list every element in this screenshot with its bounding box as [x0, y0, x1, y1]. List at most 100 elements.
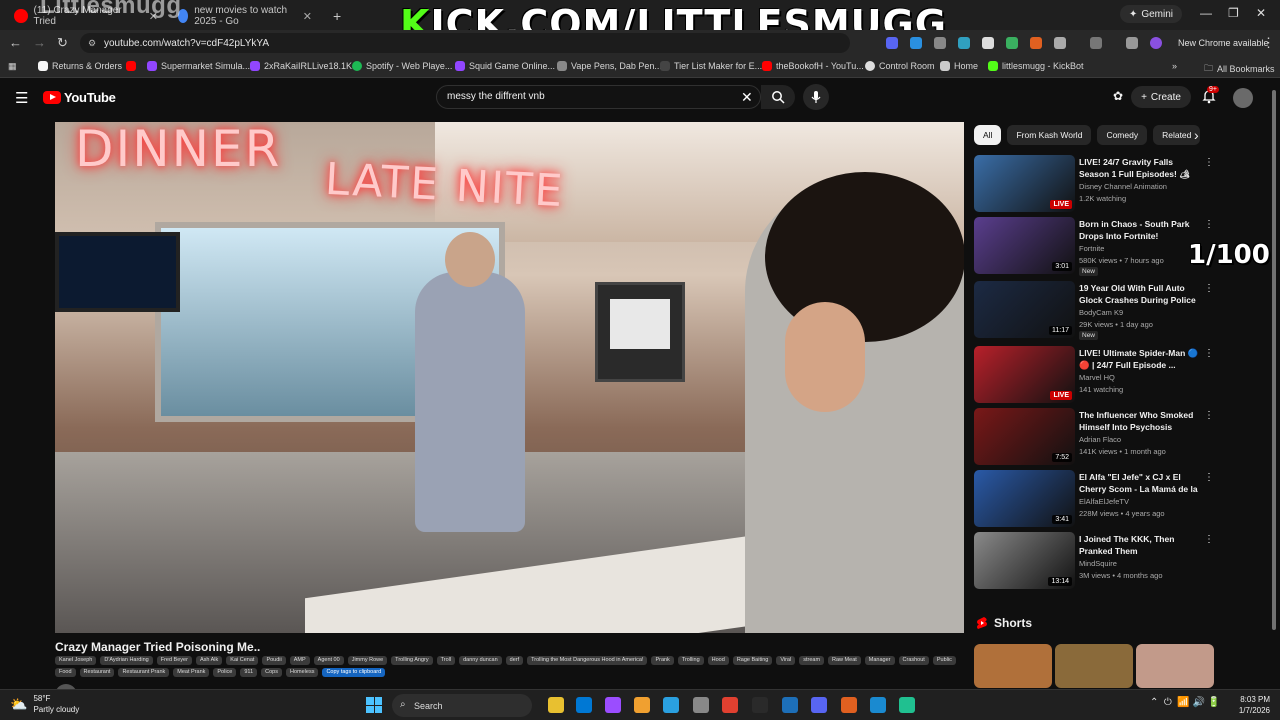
related-video-channel[interactable]: Marvel HQ	[1079, 373, 1115, 382]
related-video-channel[interactable]: Adrian Flaco	[1079, 435, 1121, 444]
video-thumbnail[interactable]: 7:52	[974, 408, 1075, 465]
short-thumbnail[interactable]	[1055, 644, 1133, 688]
search-button[interactable]	[761, 85, 795, 109]
bookmark-item[interactable]: Home	[940, 61, 978, 71]
taskbar-app-icon[interactable]	[722, 697, 738, 713]
video-tag[interactable]: Manager	[864, 656, 895, 665]
chevron-right-icon[interactable]: »	[1172, 61, 1177, 71]
reload-icon[interactable]: ↻	[57, 35, 68, 51]
video-tag[interactable]: derf	[505, 656, 524, 665]
minimize-icon[interactable]: —	[1200, 6, 1212, 20]
extension-icon[interactable]	[886, 37, 898, 49]
bookmark-item[interactable]: 2xRaKaiIRLLive18.1K...	[250, 61, 360, 71]
taskbar-app-icon[interactable]	[548, 697, 564, 713]
video-tag[interactable]: Poudii	[262, 656, 286, 665]
windows-start-button[interactable]	[366, 697, 382, 713]
related-video-title[interactable]: El Alfa "El Jefe" x CJ x El Cherry Scom …	[1079, 471, 1201, 495]
more-options-icon[interactable]: ⋮	[1204, 283, 1214, 294]
weather-widget[interactable]: ⛅ 58°F Partly cloudy	[10, 693, 79, 715]
new-chrome-available-button[interactable]: New Chrome available	[1172, 35, 1275, 51]
extension-icon[interactable]	[958, 37, 970, 49]
related-video-channel[interactable]: ElAlfaElJefeTV	[1079, 497, 1129, 506]
chip-from-channel[interactable]: From Kash World	[1007, 125, 1092, 145]
video-tag[interactable]: Kanel Joseph	[55, 656, 97, 665]
bookmark-item[interactable]: Supermarket Simula...	[147, 61, 250, 71]
apps-grid-icon[interactable]: ▦	[8, 61, 17, 72]
bookmark-item[interactable]	[126, 61, 136, 71]
address-bar[interactable]: youtube.com/watch?v=cdF42pLYkYA	[80, 33, 850, 53]
taskbar-clock[interactable]: 8:03 PM 1/7/2026	[1222, 694, 1270, 716]
bookmark-item[interactable]: Control Room	[865, 61, 935, 71]
menu-dots-icon[interactable]: ⋮	[1262, 35, 1275, 51]
video-tag[interactable]: Public	[932, 656, 956, 665]
related-video-channel[interactable]: MindSquire	[1079, 559, 1117, 568]
video-tag[interactable]: Viral	[776, 656, 796, 665]
maximize-icon[interactable]: ❐	[1228, 6, 1239, 20]
video-tag[interactable]: danny duncan	[459, 656, 502, 665]
chip-comedy[interactable]: Comedy	[1097, 125, 1148, 145]
related-video-item[interactable]: 13:14 I Joined The KKK, Then Pranked Them…	[974, 532, 1214, 590]
related-video-title[interactable]: The Influencer Who Smoked Himself Into P…	[1079, 409, 1201, 433]
extensions-puzzle-icon[interactable]	[1054, 37, 1066, 49]
taskbar-app-icon[interactable]	[605, 697, 621, 713]
copy-tags-button[interactable]: Copy tags to clipboard	[322, 668, 386, 677]
short-thumbnail[interactable]	[974, 644, 1052, 688]
extension-sparkle-icon[interactable]: ✿	[1113, 89, 1123, 103]
more-options-icon[interactable]: ⋮	[1204, 410, 1214, 421]
bookmark-item[interactable]: littlesmugg - KickBot	[988, 61, 1084, 71]
video-tag[interactable]: Fred Beyer	[156, 656, 192, 665]
more-options-icon[interactable]: ⋮	[1204, 534, 1214, 545]
all-bookmarks-button[interactable]: 🗀 All Bookmarks	[1204, 61, 1275, 77]
related-video-title[interactable]: Born in Chaos - South Park Drops Into Fo…	[1079, 218, 1201, 242]
video-tag[interactable]: Restaurant	[79, 668, 115, 677]
forward-icon[interactable]: →	[33, 35, 46, 50]
taskbar-app-icon[interactable]	[576, 697, 592, 713]
video-thumbnail[interactable]: 3:01	[974, 217, 1075, 274]
video-tag[interactable]: Ash Alk	[195, 656, 223, 665]
video-tag[interactable]: Trolling Angry	[391, 656, 433, 665]
taskbar-app-icon[interactable]	[870, 697, 886, 713]
page-scrollbar[interactable]	[1271, 80, 1277, 690]
bookmark-item[interactable]: theBookofH - YouTu...	[762, 61, 864, 71]
extension-icon[interactable]	[1006, 37, 1018, 49]
extension-icon[interactable]	[1030, 37, 1042, 49]
video-tag[interactable]: D'Aydrian Harding	[100, 656, 153, 665]
tab-google[interactable]: new movies to watch 2025 - Go ✕	[170, 4, 320, 28]
video-tag[interactable]: 911	[240, 668, 258, 677]
sidepanel-icon[interactable]	[1090, 37, 1102, 49]
hamburger-menu-icon[interactable]: ☰	[15, 89, 28, 107]
taskbar-app-icon[interactable]	[899, 697, 915, 713]
clear-search-icon[interactable]: ✕	[741, 89, 753, 106]
video-tag[interactable]: Police	[213, 668, 237, 677]
video-tag[interactable]: Jimmy Rowe	[347, 656, 388, 665]
related-video-item[interactable]: 3:41 El Alfa "El Jefe" x CJ x El Cherry S…	[974, 470, 1214, 528]
video-tag[interactable]: Troll	[436, 656, 456, 665]
taskbar-app-icon[interactable]	[634, 697, 650, 713]
taskbar-app-icon[interactable]	[811, 697, 827, 713]
related-video-title[interactable]: 19 Year Old With Full Auto Glock Crashes…	[1079, 282, 1201, 306]
video-tag[interactable]: Agent 00	[313, 656, 344, 665]
bookmark-item[interactable]: Returns & Orders	[38, 61, 122, 71]
video-tag[interactable]: Trolling	[677, 656, 704, 665]
taskbar-app-icon[interactable]	[841, 697, 857, 713]
chevron-right-icon[interactable]: ›	[1194, 127, 1199, 143]
video-thumbnail[interactable]: 11:17	[974, 281, 1075, 338]
related-video-item[interactable]: 11:17 19 Year Old With Full Auto Glock Cr…	[974, 281, 1214, 340]
video-tag[interactable]: Restaurant Prank	[118, 668, 170, 677]
video-tag[interactable]: Cops	[261, 668, 282, 677]
related-video-item[interactable]: 3:01 Born in Chaos - South Park Drops Int…	[974, 217, 1214, 276]
video-player[interactable]: DINNER LATE NITE	[55, 122, 964, 633]
taskbar-search[interactable]: ⌕ Search	[392, 694, 532, 717]
video-tag[interactable]: Rage Baiting	[732, 656, 773, 665]
chip-all[interactable]: All	[974, 125, 1002, 145]
search-input[interactable]: messy the diffrent vnb	[436, 85, 761, 109]
related-video-channel[interactable]: BodyCam K9	[1079, 308, 1123, 317]
bookmark-item[interactable]: Spotify - Web Playe...	[352, 61, 452, 71]
video-tag[interactable]: Raw Meat	[828, 656, 861, 665]
extension-icon[interactable]	[910, 37, 922, 49]
video-thumbnail[interactable]: 13:14	[974, 532, 1075, 589]
close-icon[interactable]: ✕	[303, 10, 312, 23]
video-tag[interactable]: Trolling the Most Dangerous Hood in Amer…	[527, 656, 648, 665]
related-video-channel[interactable]: Disney Channel Animation	[1079, 182, 1167, 191]
voice-search-button[interactable]	[803, 84, 829, 110]
